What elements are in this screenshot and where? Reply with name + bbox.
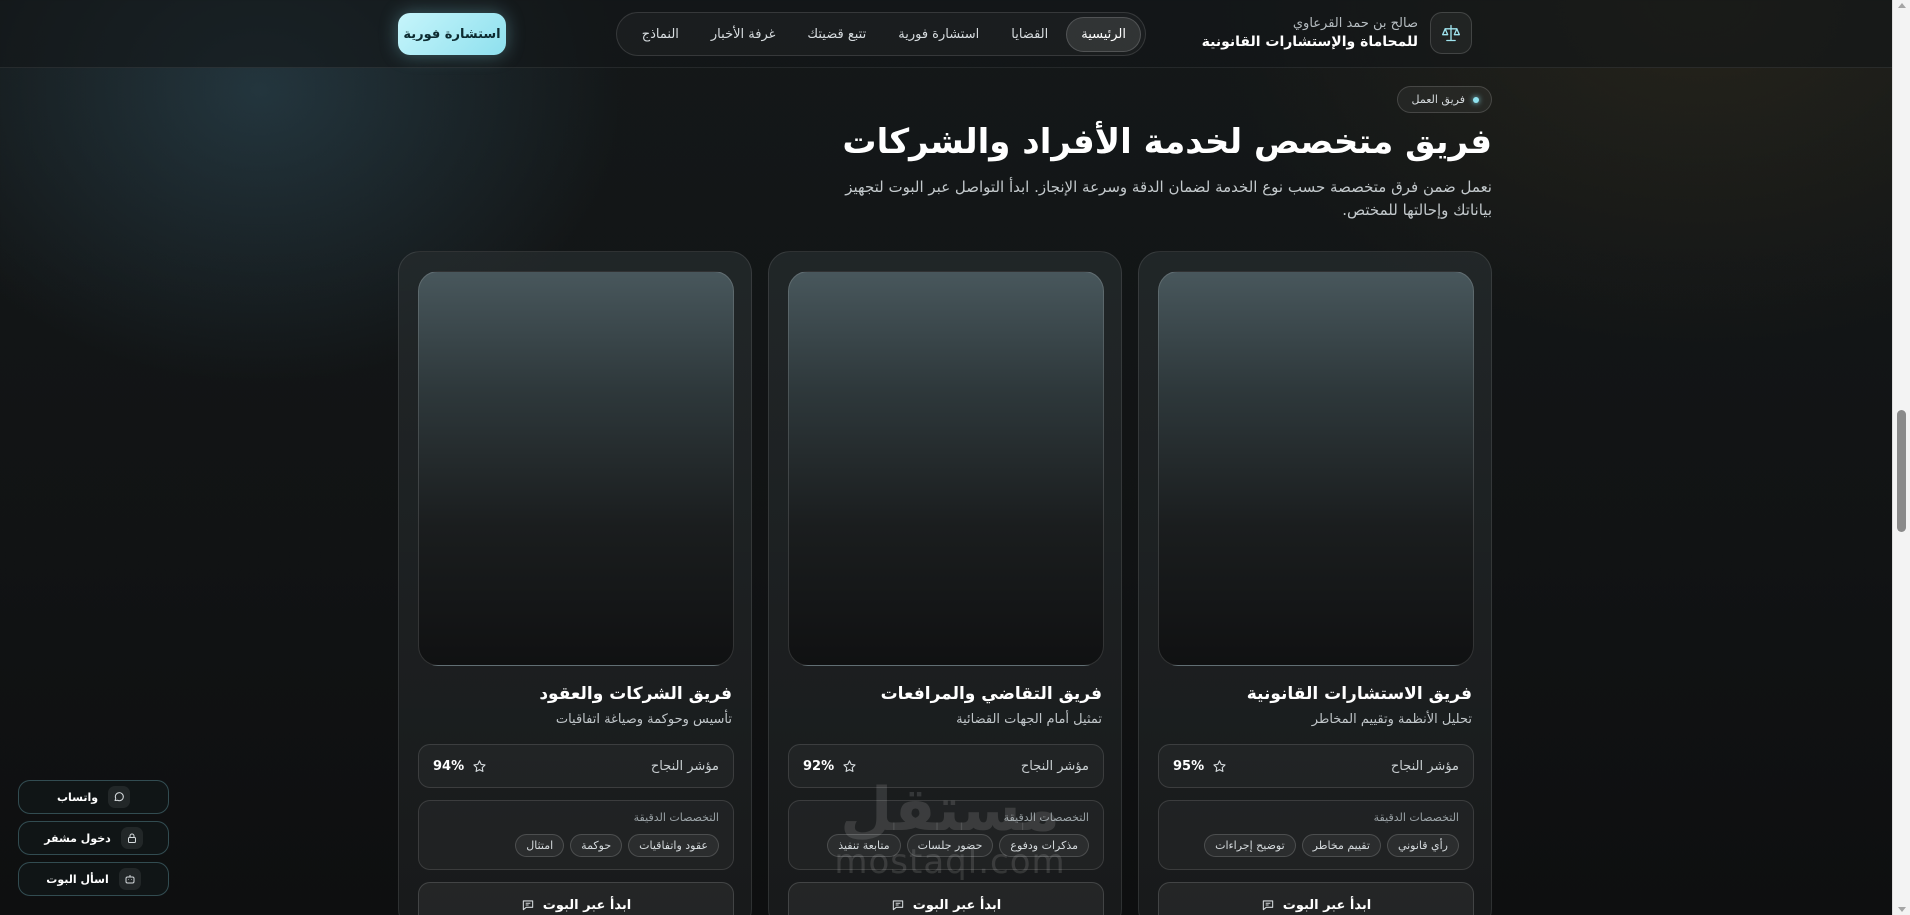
start-via-bot-button[interactable]: ابدأ عبر البوت (418, 882, 734, 915)
page-scrollbar[interactable] (1892, 0, 1910, 915)
team-card-subtitle: تأسيس وحوكمة وصياغة اتفاقيات (555, 712, 732, 727)
specialization-chip: تقييم مخاطر (1301, 834, 1381, 857)
specializations-box: التخصصات الدقيقة عقود واتفاقيات حوكمة ام… (418, 800, 734, 870)
success-rate: 94% (433, 759, 487, 774)
brand-text: صالح بن حمد القرعاوي للمحاماة والإستشارا… (1202, 16, 1418, 50)
start-via-bot-label: ابدأ عبر البوت (912, 897, 1002, 913)
brand-name-main: للمحاماة والإستشارات القانونية (1201, 34, 1418, 50)
whatsapp-label: واتساب (56, 790, 99, 804)
star-icon (843, 759, 856, 772)
main-nav: الرئيسية القضايا استشارة فورية تتبع قضيت… (616, 12, 1146, 56)
success-rate: 92% (803, 759, 857, 774)
scroll-up-arrow-icon[interactable] (1898, 3, 1906, 8)
specializations-title: التخصصات الدقيقة (1003, 811, 1089, 824)
lock-icon (120, 827, 143, 849)
message-icon (522, 900, 533, 911)
brand[interactable]: صالح بن حمد القرعاوي للمحاماة والإستشارا… (1202, 12, 1472, 54)
specialization-chip: رأي قانوني (1386, 834, 1459, 857)
top-navbar: صالح بن حمد القرعاوي للمحاماة والإستشارا… (0, 0, 1892, 68)
message-icon (1262, 900, 1273, 911)
success-rate-label: مؤشر النجاح (1390, 758, 1459, 774)
success-rate-box: مؤشر النجاح 92% (788, 744, 1104, 788)
specializations-box: التخصصات الدقيقة مذكرات ودفوع حضور جلسات… (788, 800, 1104, 870)
specialization-chip: مذكرات ودفوع (999, 834, 1089, 857)
team-card-title: فريق الاستشارات القانونية (1246, 684, 1472, 704)
success-rate: 95% (1173, 759, 1227, 774)
section-description: نعمل ضمن فرق متخصصة حسب نوع الخدمة لضمان… (845, 178, 1492, 219)
team-card-litigation: فريق التقاضي والمرافعات تمثيل أمام الجها… (768, 251, 1122, 915)
specializations-chips: عقود واتفاقيات حوكمة امتثال (433, 834, 719, 857)
nav-item-templates[interactable]: النماذج (628, 18, 693, 51)
specialization-chip: توضيح إجراءات (1204, 834, 1296, 857)
bot-icon (118, 868, 141, 890)
section-badge-label: فريق العمل (1411, 93, 1465, 106)
success-rate-value: 92% (803, 758, 835, 774)
success-rate-label: مؤشر النجاح (650, 758, 719, 774)
specializations-chips: مذكرات ودفوع حضور جلسات متابعة تنفيذ (803, 834, 1089, 857)
nav-item-track-case[interactable]: تتبع قضيتك (793, 18, 880, 51)
specialization-chip: امتثال (515, 834, 565, 857)
success-rate-value: 95% (1173, 758, 1205, 774)
team-card-title: فريق الشركات والعقود (539, 684, 732, 704)
success-rate-box: مؤشر النجاح 95% (1158, 744, 1474, 788)
nav-item-cases[interactable]: القضايا (997, 18, 1062, 51)
star-icon (1213, 759, 1226, 772)
chat-bubble-icon (108, 786, 131, 808)
specializations-title: التخصصات الدقيقة (1373, 811, 1459, 824)
team-card-image (418, 271, 734, 666)
start-via-bot-label: ابدأ عبر البوت (542, 897, 632, 913)
team-card-companies-contracts: فريق الشركات والعقود تأسيس وحوكمة وصياغة… (398, 251, 752, 915)
team-card-image (788, 271, 1104, 666)
specializations-title: التخصصات الدقيقة (633, 811, 719, 824)
whatsapp-button[interactable]: واتساب (18, 780, 169, 814)
specialization-chip: حضور جلسات (906, 834, 994, 857)
specialization-chip: متابعة تنفيذ (827, 834, 901, 857)
scales-icon (1430, 12, 1472, 54)
team-card-title: فريق التقاضي والمرافعات (880, 684, 1102, 704)
section-title: فريق متخصص لخدمة الأفراد والشركات (842, 122, 1492, 162)
specialization-chip: حوكمة (570, 834, 623, 857)
specialization-chip: عقود واتفاقيات (628, 834, 719, 857)
start-via-bot-button[interactable]: ابدأ عبر البوت (1158, 882, 1474, 915)
message-icon (892, 900, 903, 911)
team-card-image (1158, 271, 1474, 666)
star-icon (473, 759, 486, 772)
success-rate-box: مؤشر النجاح 94% (418, 744, 734, 788)
scroll-down-arrow-icon[interactable] (1898, 907, 1906, 912)
nav-item-newsroom[interactable]: غرفة الأخبار (697, 18, 790, 51)
team-card-legal-consultations: فريق الاستشارات القانونية تحليل الأنظمة … (1138, 251, 1492, 915)
ask-bot-button[interactable]: اسأل البوت (18, 862, 169, 896)
badge-dot-icon (1473, 96, 1479, 103)
encrypted-login-label: دخول مشفر (44, 831, 111, 845)
team-card-subtitle: تحليل الأنظمة وتقييم المخاطر (1311, 712, 1472, 727)
team-card-subtitle: تمثيل أمام الجهات القضائية (956, 712, 1102, 727)
ask-bot-label: اسأل البوت (46, 872, 109, 886)
scrollbar-thumb[interactable] (1897, 410, 1906, 532)
specializations-chips: رأي قانوني تقييم مخاطر توضيح إجراءات (1173, 834, 1459, 857)
specializations-box: التخصصات الدقيقة رأي قانوني تقييم مخاطر … (1158, 800, 1474, 870)
success-rate-label: مؤشر النجاح (1020, 758, 1089, 774)
instant-consultation-button[interactable]: استشارة فورية (398, 13, 506, 55)
start-via-bot-label: ابدأ عبر البوت (1282, 897, 1372, 913)
nav-item-instant-consultation[interactable]: استشارة فورية (884, 18, 993, 51)
success-rate-value: 94% (433, 758, 465, 774)
start-via-bot-button[interactable]: ابدأ عبر البوت (788, 882, 1104, 915)
section-badge: فريق العمل (1396, 86, 1492, 113)
brand-name-small: صالح بن حمد القرعاوي (1292, 16, 1418, 31)
nav-item-home[interactable]: الرئيسية (1066, 16, 1141, 52)
encrypted-login-button[interactable]: دخول مشفر (18, 821, 169, 855)
